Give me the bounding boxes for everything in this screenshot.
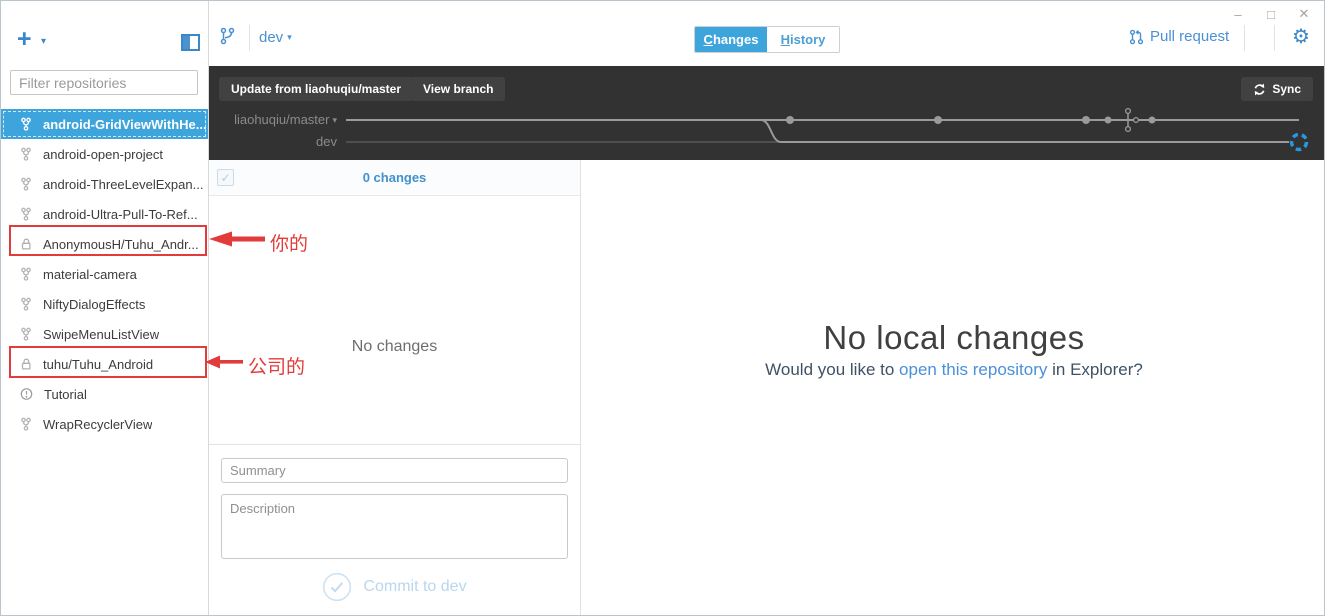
window-controls: – □ ✕	[1226, 5, 1316, 23]
commit-summary-input[interactable]	[221, 458, 568, 483]
repo-item-swipemenulistview[interactable]: SwipeMenuListView	[1, 319, 208, 349]
lock-icon	[20, 357, 32, 371]
repo-name: WrapRecyclerView	[43, 416, 153, 432]
repo-name: NiftyDialogEffects	[43, 296, 146, 312]
fork-icon	[20, 147, 32, 161]
changes-panel: ✓ 0 changes No changes Commit to dev	[209, 160, 581, 615]
filter-repositories-input[interactable]	[10, 70, 198, 95]
minimize-button[interactable]: –	[1226, 5, 1250, 23]
no-local-changes-subtitle: Would you like to open this repository i…	[765, 360, 1143, 379]
app-window: + ▾ android-GridViewWithHe... android-op…	[0, 0, 1325, 616]
head-indicator-icon	[1289, 132, 1309, 152]
branch-toolbar: Update from liaohuqiu/master View branch…	[209, 66, 1324, 160]
fork-icon	[20, 267, 32, 281]
fork-icon	[20, 417, 32, 431]
open-repository-link[interactable]: open this repository	[899, 360, 1047, 379]
repo-item-android-open-project[interactable]: android-open-project	[1, 139, 208, 169]
pull-request-button[interactable]: Pull request	[1129, 28, 1229, 45]
repo-item-wraprecyclerview[interactable]: WrapRecyclerView	[1, 409, 208, 439]
alert-icon	[20, 387, 33, 401]
commit-description-input[interactable]	[221, 494, 568, 559]
repo-item-material-camera[interactable]: material-camera	[1, 259, 208, 289]
repo-item-tutorial[interactable]: Tutorial	[1, 379, 208, 409]
divider	[249, 25, 250, 51]
main-content: No local changes Would you like to open …	[582, 160, 1324, 615]
repo-name: AnonymousH/Tuhu_Andr...	[43, 236, 199, 252]
close-button[interactable]: ✕	[1292, 5, 1316, 23]
repo-name: material-camera	[43, 266, 137, 282]
no-local-changes-title: No local changes	[823, 319, 1085, 356]
sidebar-toggle-icon[interactable]	[181, 34, 200, 51]
chevron-down-icon: ▾	[287, 32, 292, 42]
view-branch-button[interactable]: View branch	[411, 77, 506, 101]
repo-name: tuhu/Tuhu_Android	[43, 356, 154, 372]
repo-item-tuhu-tuhu-android[interactable]: tuhu/Tuhu_Android	[1, 349, 208, 379]
gear-icon[interactable]: ⚙	[1292, 24, 1310, 49]
fork-icon	[20, 177, 32, 191]
repository-list: android-GridViewWithHe... android-open-p…	[1, 109, 208, 439]
pull-request-label: Pull request	[1150, 28, 1230, 45]
maximize-button[interactable]: □	[1259, 5, 1283, 23]
branch-selector[interactable]: dev ▾	[259, 29, 292, 46]
view-tabs: Changes History	[694, 26, 840, 53]
repo-item-android-threelevelexpan[interactable]: android-ThreeLevelExpan...	[1, 169, 208, 199]
repo-name: android-ThreeLevelExpan...	[43, 176, 204, 192]
no-changes-text: No changes	[351, 338, 438, 355]
add-repository-button[interactable]: +	[17, 27, 32, 52]
changes-count-label: 0 changes	[362, 170, 427, 185]
pull-request-icon	[1129, 29, 1144, 45]
repo-name: Tutorial	[44, 386, 87, 402]
sync-icon	[1253, 83, 1266, 96]
repo-item-anonymoush-tuhu-android[interactable]: AnonymousH/Tuhu_Andr...	[1, 229, 208, 259]
top-bar: dev ▾ Changes History Pull request ⚙	[210, 1, 1324, 66]
divider	[1244, 25, 1245, 51]
branch-icon	[220, 27, 235, 45]
fork-icon	[20, 327, 32, 341]
fork-icon	[20, 297, 32, 311]
repo-name: android-Ultra-Pull-To-Ref...	[43, 206, 198, 222]
repo-name: SwipeMenuListView	[43, 326, 160, 342]
fork-icon	[20, 117, 32, 131]
add-repository-caret-icon[interactable]: ▾	[41, 36, 46, 47]
commit-button[interactable]: Commit to dev	[209, 571, 580, 603]
repo-name: android-GridViewWithHe...	[43, 116, 207, 132]
repo-item-android-gridviewwithhe[interactable]: android-GridViewWithHe...	[1, 109, 208, 139]
tab-history[interactable]: History	[767, 27, 839, 52]
commit-check-icon	[322, 572, 352, 602]
lock-icon	[20, 237, 32, 251]
repository-sidebar: + ▾ android-GridViewWithHe... android-op…	[1, 1, 209, 615]
update-from-master-button[interactable]: Update from liaohuqiu/master	[219, 77, 414, 101]
repo-item-niftydialogeffects[interactable]: NiftyDialogEffects	[1, 289, 208, 319]
sync-button[interactable]: Sync	[1241, 77, 1313, 101]
chevron-down-icon: ▾	[332, 115, 337, 125]
divider	[1274, 25, 1275, 51]
branch-label-dev: dev	[316, 134, 337, 149]
commit-form: Commit to dev	[209, 444, 580, 615]
fork-icon	[20, 207, 32, 221]
tab-changes[interactable]: Changes	[695, 27, 767, 52]
repo-item-android-ultra-pull-to-ref[interactable]: android-Ultra-Pull-To-Ref...	[1, 199, 208, 229]
changes-header: ✓ 0 changes	[209, 160, 580, 196]
repo-name: android-open-project	[43, 146, 163, 162]
branch-label-master[interactable]: liaohuqiu/master ▾	[209, 112, 337, 127]
